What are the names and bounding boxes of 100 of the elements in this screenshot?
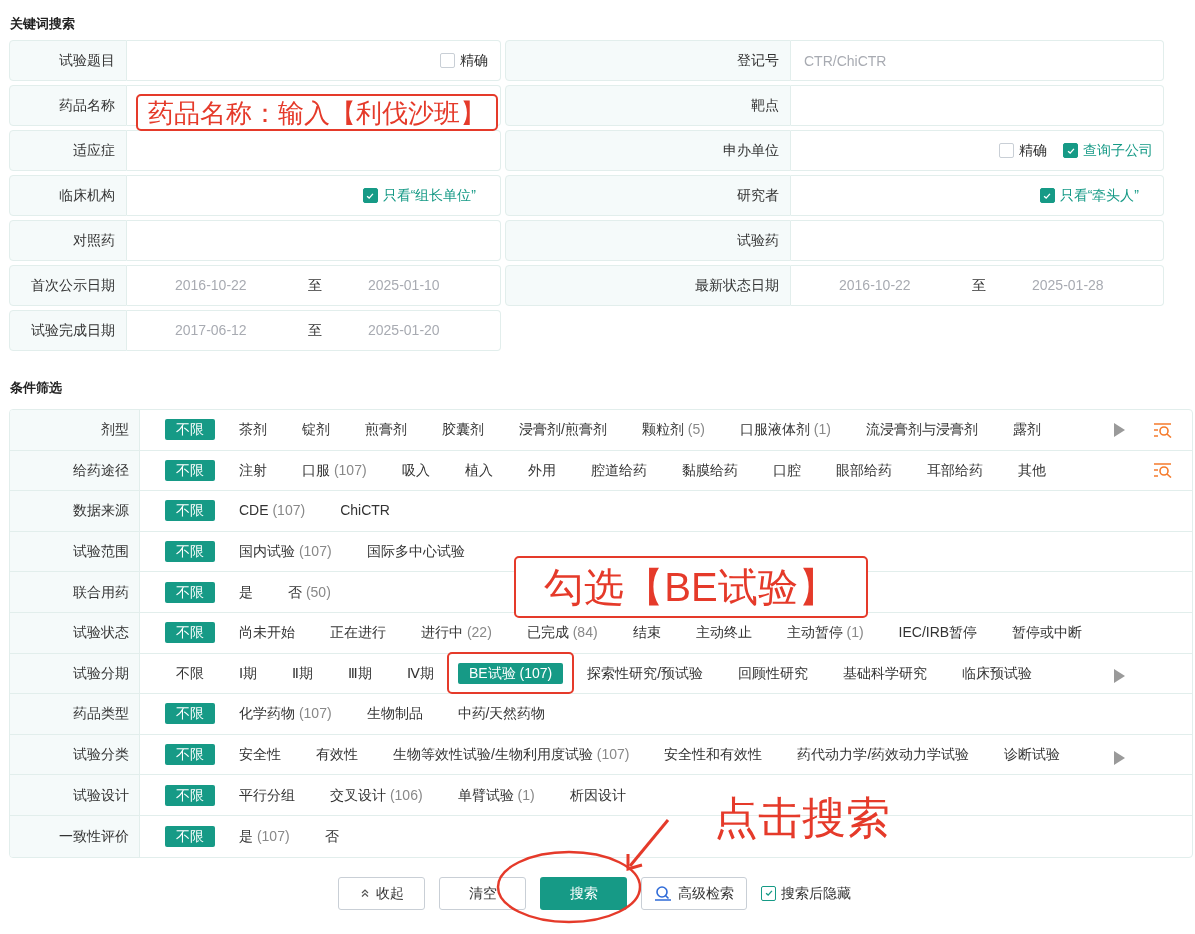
filter-option[interactable]: Ⅲ期 <box>337 662 383 684</box>
filter-option[interactable]: 安全性 <box>228 744 292 766</box>
filter-option[interactable]: 主动暂停 (1) <box>775 622 875 644</box>
filter-option[interactable]: 口服 (107) <box>291 459 378 481</box>
filter-option[interactable]: 不限 <box>165 500 215 522</box>
filter-option[interactable]: 药代动力学/药效动力学试验 <box>786 744 981 766</box>
filter-option[interactable]: 其他 <box>1006 459 1057 481</box>
advanced-search-button[interactable]: 高级检索 <box>641 876 747 910</box>
filter-option[interactable]: 耳部给药 <box>915 459 994 481</box>
input-field[interactable] <box>127 130 501 171</box>
filter-option[interactable]: 锭剂 <box>291 419 341 441</box>
filter-option[interactable]: Ⅰ期 <box>228 662 268 684</box>
input-field[interactable]: 精确 <box>127 40 501 81</box>
filter-option[interactable]: 不限 <box>165 581 215 603</box>
filter-option[interactable]: 是 (107) <box>228 825 301 847</box>
filter-option[interactable]: 植入 <box>453 459 504 481</box>
filter-option[interactable]: 不限 <box>165 784 215 806</box>
filter-option[interactable]: 外用 <box>516 459 567 481</box>
checkbox[interactable] <box>362 188 378 203</box>
filter-option[interactable]: 口腔 <box>761 459 812 481</box>
more-arrow-icon[interactable] <box>1113 750 1125 765</box>
filter-option[interactable]: 主动终止 <box>684 622 763 644</box>
checkbox-label[interactable]: 查询子公司 <box>1083 140 1153 161</box>
checkbox-label[interactable]: 只看“组长单位” <box>382 185 476 206</box>
filter-option[interactable]: 不限 <box>165 703 215 725</box>
checkbox[interactable] <box>440 53 455 68</box>
search-button[interactable]: 搜索 <box>540 876 627 910</box>
filter-option[interactable]: 平行分组 <box>228 784 306 806</box>
filter-option[interactable]: 探索性研究/预试验 <box>576 662 715 684</box>
filter-option[interactable]: 茶剂 <box>228 419 278 441</box>
checkbox-label[interactable]: 只看“牵头人” <box>1059 185 1139 206</box>
filter-option[interactable]: ChiCTR <box>329 500 401 522</box>
filter-option[interactable]: 是 <box>228 581 264 603</box>
filter-option[interactable]: 国内试验 (107) <box>228 541 343 563</box>
filter-option[interactable]: 眼部给药 <box>824 459 903 481</box>
filter-option[interactable]: 暂停或中断 <box>1001 622 1094 644</box>
filter-search-icon[interactable] <box>1153 421 1173 438</box>
filter-option[interactable]: 已完成 (84) <box>515 622 609 644</box>
filter-option[interactable]: 进行中 (22) <box>410 622 503 644</box>
filter-option[interactable]: 黏膜给药 <box>670 459 749 481</box>
filter-option[interactable]: 化学药物 (107) <box>228 703 343 725</box>
filter-option[interactable]: 不限 <box>165 541 215 563</box>
filter-option[interactable]: 口服液体剂 (1) <box>728 419 842 441</box>
input-field[interactable]: 只看“牵头人” <box>791 175 1164 216</box>
filter-option[interactable]: 国际多中心试验 <box>355 541 476 563</box>
filter-option[interactable]: 结束 <box>621 622 672 644</box>
clear-button[interactable]: 清空 <box>439 876 526 910</box>
filter-option[interactable]: CDE (107) <box>228 500 317 522</box>
filter-option[interactable]: IEC/IRB暂停 <box>887 622 989 644</box>
checkbox-label[interactable]: 搜索后隐藏 <box>781 882 851 904</box>
filter-option[interactable]: 不限 <box>165 744 215 766</box>
filter-option[interactable]: 单臂试验 (1) <box>446 784 546 806</box>
filter-option[interactable]: Ⅳ期 <box>396 662 445 684</box>
filter-option[interactable]: 基础科学研究 <box>832 662 939 684</box>
input-field[interactable] <box>127 220 501 261</box>
checkbox[interactable] <box>1039 188 1055 203</box>
filter-option[interactable]: Ⅱ期 <box>281 662 324 684</box>
filter-option[interactable]: 回顾性研究 <box>727 662 820 684</box>
filter-option[interactable]: 浸膏剂/煎膏剂 <box>508 419 618 441</box>
input-field[interactable]: 精确 查询子公司 <box>791 130 1164 171</box>
more-arrow-icon[interactable] <box>1113 669 1125 684</box>
filter-option[interactable]: BE试验 (107) <box>458 662 564 684</box>
filter-option[interactable]: 注射 <box>228 459 278 481</box>
filter-option[interactable]: 临床预试验 <box>951 662 1044 684</box>
input-field[interactable] <box>791 220 1164 261</box>
filter-option[interactable]: 不限 <box>165 662 215 684</box>
filter-option[interactable]: 露剂 <box>1001 419 1052 441</box>
filter-option[interactable]: 交叉设计 (106) <box>319 784 434 806</box>
filter-option[interactable]: 否 <box>313 825 350 847</box>
checkbox-label[interactable]: 精确 <box>460 50 488 71</box>
checkbox[interactable] <box>761 885 776 901</box>
filter-option[interactable]: 尚未开始 <box>228 622 306 644</box>
filter-option[interactable]: 有效性 <box>305 744 369 766</box>
filter-option[interactable]: 正在进行 <box>319 622 397 644</box>
checkbox-label[interactable]: 精确 <box>1019 140 1047 161</box>
filter-option[interactable]: 诊断试验 <box>993 744 1072 766</box>
input-field[interactable]: CTR/ChiCTR <box>791 40 1164 81</box>
filter-option[interactable]: 否 (50) <box>277 581 342 603</box>
filter-option[interactable]: 安全性和有效性 <box>653 744 774 766</box>
input-field[interactable] <box>791 85 1164 126</box>
filter-option[interactable]: 吸入 <box>390 459 441 481</box>
checkbox[interactable] <box>999 143 1014 158</box>
more-arrow-icon[interactable] <box>1113 422 1125 437</box>
filter-option[interactable]: 生物等效性试验/生物利用度试验 (107) <box>382 744 641 766</box>
filter-option[interactable]: 不限 <box>165 622 215 644</box>
filter-option[interactable]: 流浸膏剂与浸膏剂 <box>854 419 989 441</box>
filter-option[interactable]: 不限 <box>165 459 215 481</box>
filter-option[interactable]: 腔道给药 <box>579 459 658 481</box>
filter-option[interactable]: 不限 <box>165 825 215 847</box>
filter-option[interactable]: 胶囊剂 <box>431 419 495 441</box>
input-field[interactable]: 只看“组长单位” <box>127 175 501 216</box>
checkbox[interactable] <box>1063 143 1078 158</box>
collapse-button[interactable]: 收起 <box>338 876 425 910</box>
filter-option[interactable]: 煎膏剂 <box>354 419 418 441</box>
filter-option[interactable]: 生物制品 <box>355 703 434 725</box>
filter-option[interactable]: 析因设计 <box>558 784 637 806</box>
filter-option[interactable]: 中药/天然药物 <box>446 703 557 725</box>
filter-option[interactable]: 不限 <box>165 419 215 441</box>
filter-option[interactable]: 颗粒剂 (5) <box>630 419 716 441</box>
filter-search-icon[interactable] <box>1153 462 1173 479</box>
